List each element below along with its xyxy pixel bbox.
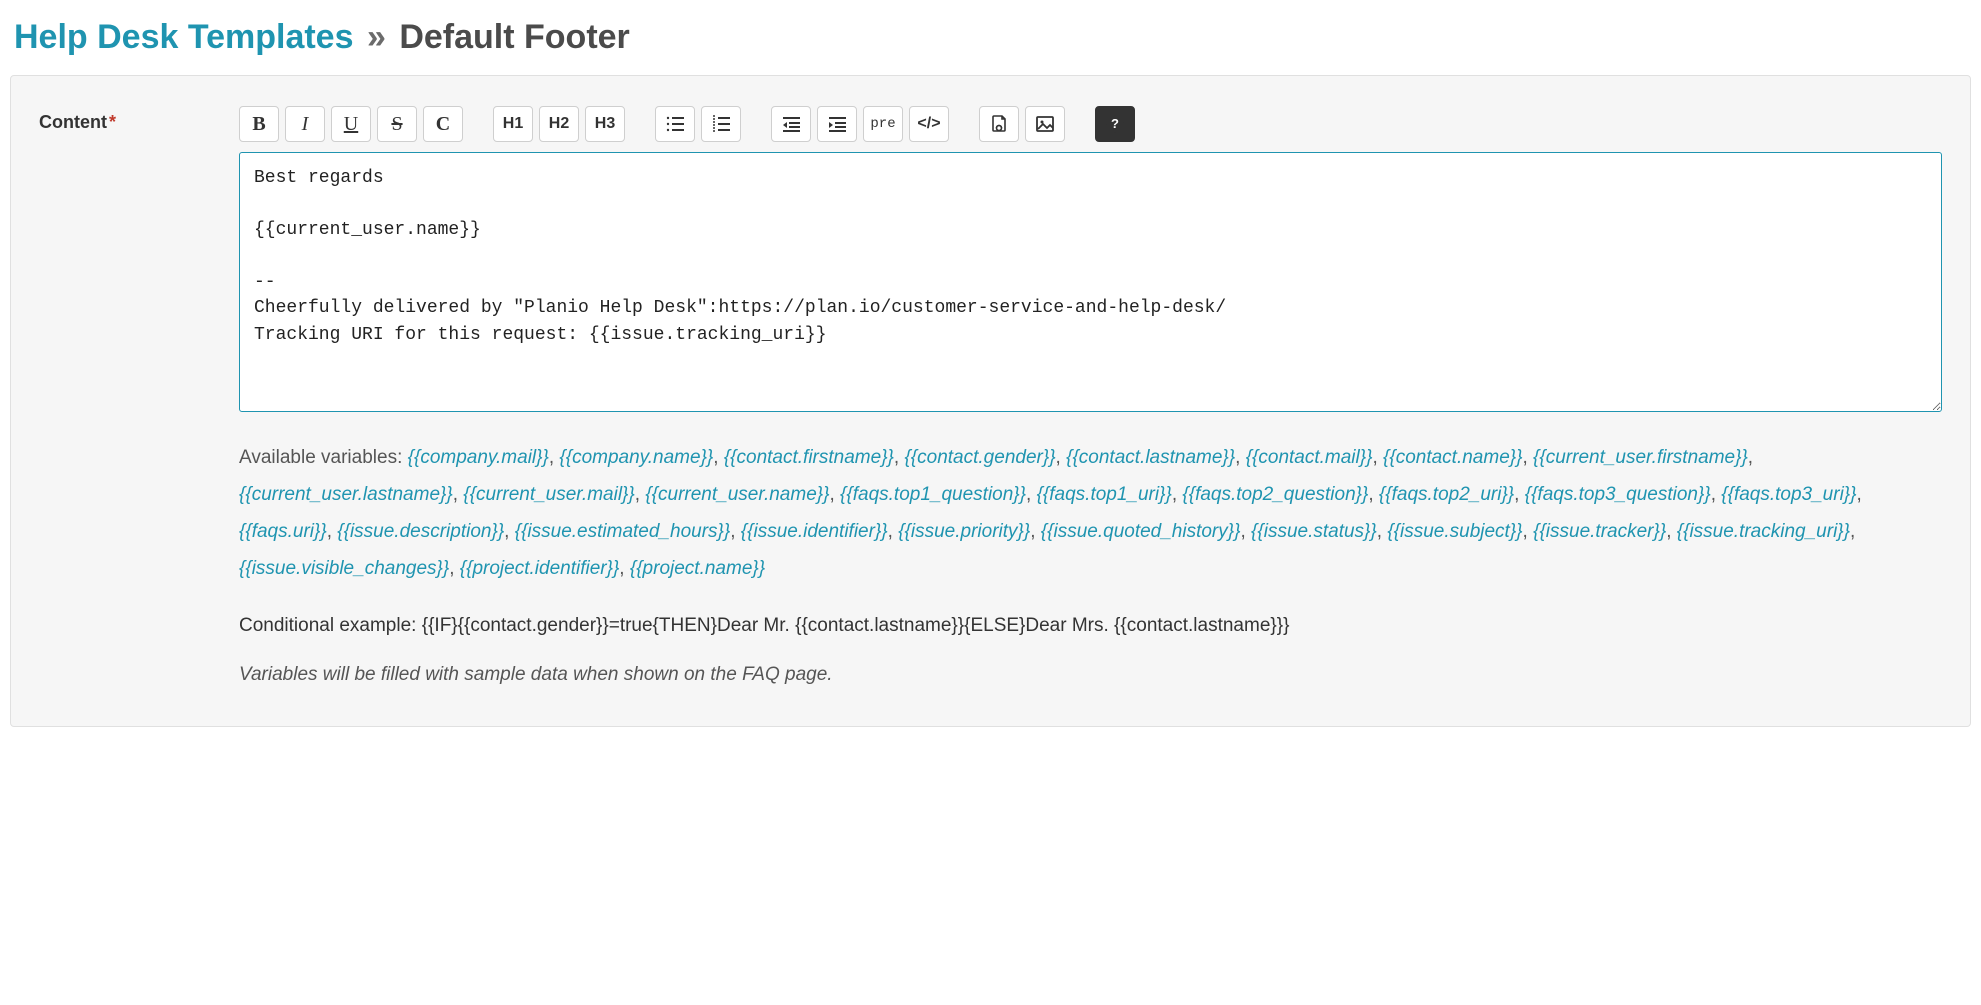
- content-label: Content*: [39, 106, 239, 133]
- page-title: Help Desk Templates » Default Footer: [14, 18, 1967, 57]
- image-button[interactable]: [1025, 106, 1065, 142]
- template-variable[interactable]: {{faqs.uri}}: [239, 521, 327, 542]
- content-textarea[interactable]: [239, 152, 1942, 412]
- help-button[interactable]: ?: [1095, 106, 1135, 142]
- unordered-list-icon: [665, 115, 685, 133]
- template-variable[interactable]: {{current_user.lastname}}: [239, 484, 453, 505]
- template-variable[interactable]: {{issue.priority}}: [898, 521, 1030, 542]
- template-variable[interactable]: {{contact.mail}}: [1246, 447, 1373, 468]
- faq-note: Variables will be filled with sample dat…: [239, 664, 1942, 686]
- template-variable[interactable]: {{faqs.top3_uri}}: [1721, 484, 1856, 505]
- template-variable[interactable]: {{company.mail}}: [408, 447, 549, 468]
- template-variable[interactable]: {{project.name}}: [630, 558, 765, 579]
- template-variable[interactable]: {{faqs.top2_uri}}: [1379, 484, 1514, 505]
- breadcrumb-link[interactable]: Help Desk Templates: [14, 18, 354, 56]
- template-variable[interactable]: {{contact.lastname}}: [1066, 447, 1235, 468]
- h3-button[interactable]: H3: [585, 106, 625, 142]
- help-icon: ?: [1105, 114, 1125, 134]
- h2-button[interactable]: H2: [539, 106, 579, 142]
- template-variable[interactable]: {{project.identifier}}: [460, 558, 620, 579]
- svg-text:?: ?: [1111, 116, 1119, 131]
- template-variable[interactable]: {{contact.gender}}: [904, 447, 1055, 468]
- ordered-list-icon: [711, 115, 731, 133]
- link-file-icon: [989, 114, 1009, 134]
- editor-toolbar: B I U S C H1 H2 H3: [239, 106, 1942, 142]
- template-variable[interactable]: {{issue.tracking_uri}}: [1677, 521, 1850, 542]
- template-variable[interactable]: {{issue.estimated_hours}}: [515, 521, 731, 542]
- indent-button[interactable]: [817, 106, 857, 142]
- bold-button[interactable]: B: [239, 106, 279, 142]
- template-variable[interactable]: {{contact.firstname}}: [724, 447, 894, 468]
- template-variable[interactable]: {{issue.description}}: [337, 521, 504, 542]
- indent-icon: [827, 115, 847, 133]
- template-variable[interactable]: {{contact.name}}: [1383, 447, 1522, 468]
- code-button[interactable]: </>: [909, 106, 949, 142]
- template-variable[interactable]: {{issue.tracker}}: [1533, 521, 1666, 542]
- available-variables-label: Available variables:: [239, 447, 408, 468]
- ordered-list-button[interactable]: [701, 106, 741, 142]
- outdent-button[interactable]: [771, 106, 811, 142]
- breadcrumb-separator: »: [363, 18, 390, 56]
- c-button[interactable]: C: [423, 106, 463, 142]
- available-variables-hint: Available variables: {{company.mail}}, {…: [239, 439, 1942, 587]
- conditional-example: Conditional example: {{IF}{{contact.gend…: [239, 611, 1942, 641]
- template-variable[interactable]: {{company.name}}: [559, 447, 713, 468]
- page-name: Default Footer: [399, 18, 629, 56]
- form-panel: Content* B I U S C H1 H2 H3: [10, 75, 1971, 727]
- italic-button[interactable]: I: [285, 106, 325, 142]
- pre-button[interactable]: pre: [863, 106, 903, 142]
- template-variable[interactable]: {{current_user.firstname}}: [1533, 447, 1748, 468]
- template-variable[interactable]: {{faqs.top1_uri}}: [1037, 484, 1172, 505]
- template-variable[interactable]: {{issue.visible_changes}}: [239, 558, 449, 579]
- unordered-list-button[interactable]: [655, 106, 695, 142]
- image-icon: [1035, 115, 1055, 133]
- h1-button[interactable]: H1: [493, 106, 533, 142]
- underline-button[interactable]: U: [331, 106, 371, 142]
- template-variable[interactable]: {{issue.subject}}: [1387, 521, 1522, 542]
- template-variable[interactable]: {{faqs.top3_question}}: [1525, 484, 1711, 505]
- required-mark: *: [109, 112, 116, 132]
- link-file-button[interactable]: [979, 106, 1019, 142]
- template-variable[interactable]: {{current_user.mail}}: [463, 484, 634, 505]
- template-variable[interactable]: {{issue.status}}: [1251, 521, 1377, 542]
- template-variable[interactable]: {{faqs.top2_question}}: [1182, 484, 1368, 505]
- template-variable[interactable]: {{issue.quoted_history}}: [1041, 521, 1241, 542]
- template-variable[interactable]: {{current_user.name}}: [645, 484, 829, 505]
- strikethrough-button[interactable]: S: [377, 106, 417, 142]
- template-variable[interactable]: {{faqs.top1_question}}: [840, 484, 1026, 505]
- outdent-icon: [781, 115, 801, 133]
- template-variable[interactable]: {{issue.identifier}}: [741, 521, 888, 542]
